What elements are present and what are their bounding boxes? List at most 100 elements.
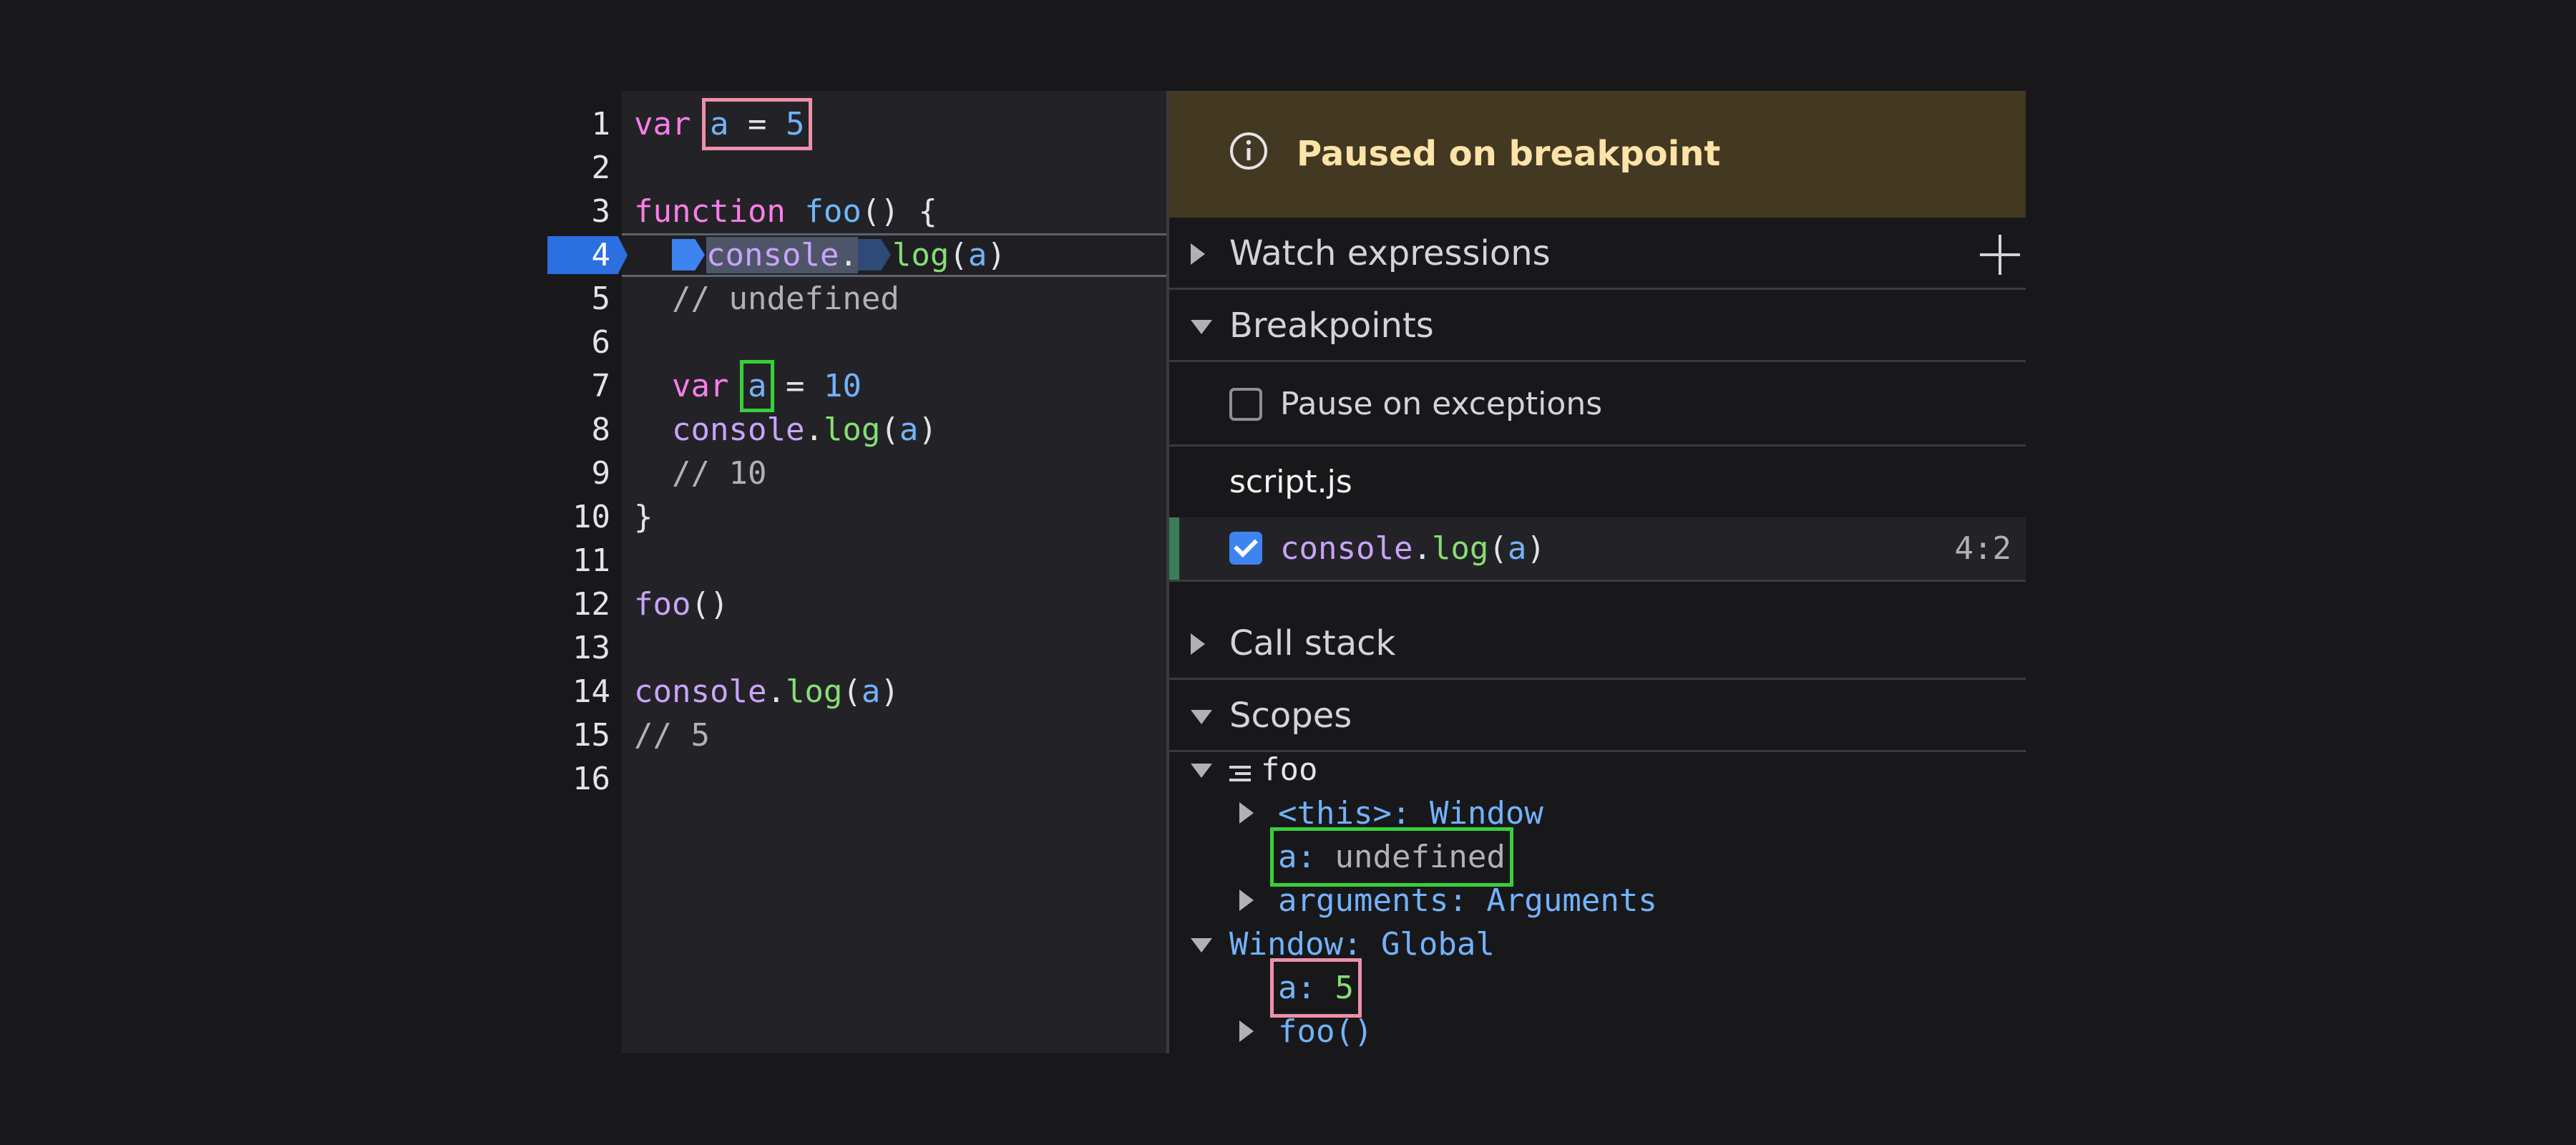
scope-foo[interactable]: foo bbox=[1229, 748, 1317, 791]
pause-on-exceptions-row[interactable]: Pause on exceptions bbox=[1169, 362, 2026, 447]
line-number[interactable]: 8 bbox=[547, 408, 611, 452]
line-number[interactable]: 3 bbox=[547, 190, 611, 233]
line-number[interactable]: 7 bbox=[547, 364, 611, 408]
chevron-right-icon[interactable] bbox=[1239, 1020, 1254, 1042]
scope-window-global[interactable]: Window: Global bbox=[1229, 922, 1495, 966]
scope-variable-foo[interactable]: foo() bbox=[1278, 1010, 1372, 1053]
chevron-right-icon[interactable] bbox=[1239, 802, 1254, 824]
comment: // 5 bbox=[634, 717, 710, 754]
debugger-side-panel: Paused on breakpoint Watch expressions B… bbox=[1166, 91, 2026, 1053]
variable-value: Window bbox=[1429, 795, 1543, 832]
scopes-header[interactable]: Scopes bbox=[1169, 680, 2026, 752]
operator: = bbox=[747, 106, 767, 142]
line-number[interactable]: 14 bbox=[547, 670, 610, 713]
breakpoint-item[interactable]: console.log(a) 4:2 bbox=[1169, 517, 2026, 580]
separator: : bbox=[1342, 926, 1381, 963]
info-icon bbox=[1230, 132, 1267, 170]
punctuation: . bbox=[839, 237, 858, 273]
call-stack-header[interactable]: Call stack bbox=[1169, 608, 2026, 680]
line-code: // 10 bbox=[672, 452, 766, 495]
line-number[interactable]: 5 bbox=[547, 277, 611, 321]
column-breakpoint-inactive[interactable] bbox=[857, 239, 891, 271]
breakpoint-file-name[interactable]: script.js bbox=[1229, 447, 1352, 517]
line-number[interactable]: 2 bbox=[547, 146, 611, 190]
scope-variable-this[interactable]: <this>: Window bbox=[1278, 791, 1543, 835]
punctuation: . bbox=[766, 673, 786, 710]
code-line-2: 2 bbox=[547, 146, 1166, 190]
code-line-1: 1 var a = 5 bbox=[547, 98, 1166, 150]
divider bbox=[1169, 580, 2026, 582]
line-code: } bbox=[634, 495, 653, 539]
punctuation: () bbox=[691, 586, 729, 623]
section-title: Breakpoints bbox=[1229, 306, 1434, 346]
punctuation: ( bbox=[1488, 530, 1508, 567]
line-number[interactable]: 1 bbox=[547, 102, 611, 146]
separator: : bbox=[1297, 970, 1335, 1006]
code-line-9: 9 // 10 bbox=[547, 452, 1166, 495]
line-number[interactable]: 15 bbox=[547, 713, 610, 757]
code-line-8: 8 console.log(a) bbox=[547, 408, 1166, 452]
number-literal: 5 bbox=[785, 106, 805, 142]
paused-message: Paused on breakpoint bbox=[1297, 134, 1721, 174]
line-number[interactable]: 10 bbox=[547, 495, 610, 539]
line-number[interactable]: 12 bbox=[547, 583, 610, 626]
code-line-3: 3 function foo() { bbox=[547, 190, 1166, 233]
code-line-4-current: 4 console. log(a) bbox=[547, 233, 1166, 277]
line-number[interactable]: 16 bbox=[547, 757, 610, 801]
code-line-10: 10 } bbox=[547, 495, 1166, 539]
scope-variable-a-undefined[interactable]: a: undefined bbox=[1270, 827, 1513, 887]
variable-value: Arguments bbox=[1486, 882, 1657, 919]
punctuation: } bbox=[634, 499, 653, 535]
line-number[interactable]: 13 bbox=[547, 626, 610, 670]
comment: // 10 bbox=[672, 455, 767, 492]
separator: : bbox=[1297, 839, 1335, 875]
line-code: var a = 10 bbox=[672, 360, 862, 412]
chevron-down-icon[interactable] bbox=[1191, 938, 1212, 952]
function-name: foo bbox=[634, 586, 691, 623]
add-watch-expression-button[interactable] bbox=[1980, 235, 2020, 275]
pause-on-exceptions-checkbox[interactable] bbox=[1229, 388, 1262, 421]
scope-variable-arguments[interactable]: arguments: Arguments bbox=[1278, 879, 1657, 922]
variable-value: 5 bbox=[1335, 970, 1354, 1006]
code-line-6: 6 bbox=[547, 321, 1166, 364]
line-number[interactable]: 9 bbox=[547, 452, 611, 495]
method-name: log bbox=[823, 411, 881, 448]
operator: = bbox=[785, 368, 805, 404]
scope-name: foo bbox=[1261, 751, 1318, 788]
breakpoints-header[interactable]: Breakpoints bbox=[1169, 290, 2026, 362]
line-number[interactable]: 4 bbox=[547, 233, 611, 277]
breakpoint-enabled-checkbox[interactable] bbox=[1229, 532, 1262, 565]
column-breakpoint-active[interactable] bbox=[672, 239, 705, 271]
line-code: foo() bbox=[634, 583, 728, 626]
code-line-13: 13 bbox=[547, 626, 1166, 670]
punctuation: ( bbox=[949, 237, 968, 273]
section-title: Watch expressions bbox=[1229, 233, 1551, 273]
watch-expressions-header[interactable]: Watch expressions bbox=[1169, 218, 2026, 290]
source-editor: 1 var a = 5 2 3 function foo() { 4 conso… bbox=[547, 91, 1166, 1053]
variable-name: <this> bbox=[1278, 795, 1392, 832]
line-code: function foo() { bbox=[634, 190, 937, 233]
code-line-14: 14 console.log(a) bbox=[547, 670, 1166, 713]
keyword: var bbox=[634, 106, 691, 142]
function-name: foo bbox=[804, 193, 862, 230]
code-line-5: 5 // undefined bbox=[547, 277, 1166, 321]
breakpoint-expression: console.log(a) bbox=[1280, 517, 1546, 580]
scope-variable-a-global[interactable]: a: 5 bbox=[1270, 958, 1362, 1018]
chevron-right-icon bbox=[1191, 243, 1205, 265]
punctuation: ) bbox=[1526, 530, 1546, 567]
variable-name: a bbox=[1278, 839, 1297, 875]
block-scope-icon bbox=[1229, 764, 1251, 783]
line-code: // undefined bbox=[672, 277, 899, 321]
line-number[interactable]: 11 bbox=[547, 539, 610, 583]
chevron-down-icon[interactable] bbox=[1191, 764, 1212, 778]
section-title: Call stack bbox=[1229, 623, 1396, 663]
debugger-app: 1 var a = 5 2 3 function foo() { 4 conso… bbox=[547, 91, 2026, 1053]
line-number[interactable]: 6 bbox=[547, 321, 611, 364]
line-code: console. log(a) bbox=[672, 233, 1006, 277]
identifier: a bbox=[1507, 530, 1527, 567]
keyword: function bbox=[634, 193, 786, 230]
chevron-right-icon[interactable] bbox=[1239, 890, 1254, 911]
global-declaration-highlight: a = 5 bbox=[702, 98, 813, 150]
punctuation: ) bbox=[880, 673, 899, 710]
punctuation: ( bbox=[842, 673, 862, 710]
